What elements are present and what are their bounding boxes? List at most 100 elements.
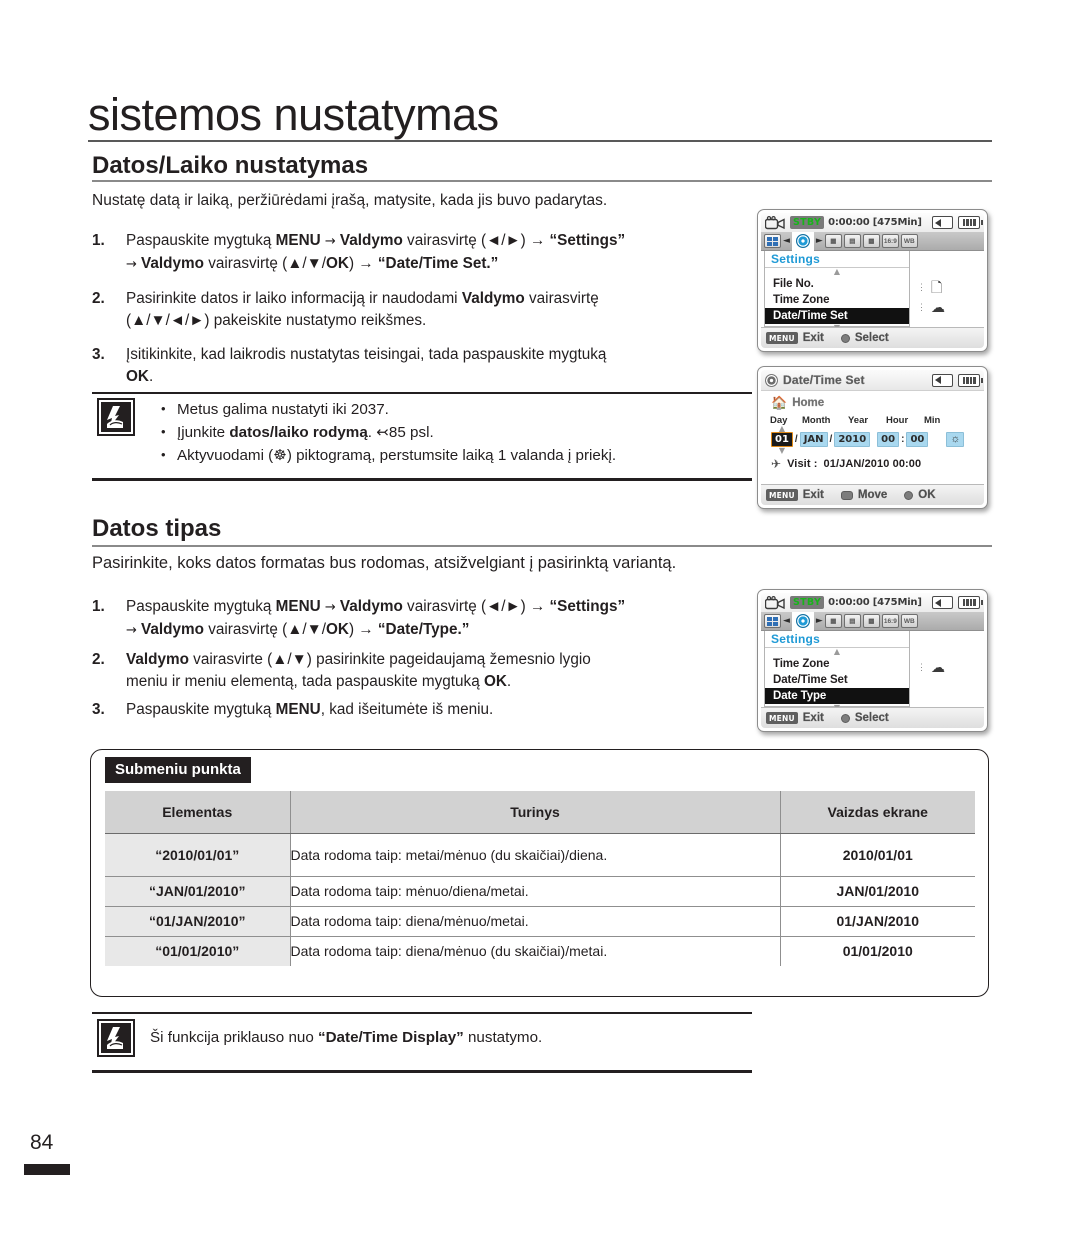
lcd3-select-label[interactable]: Select bbox=[855, 712, 889, 724]
section2-intro: Pasirinkite, koks datos formatas bus rod… bbox=[92, 554, 677, 572]
key-menu-badge[interactable]: MENU bbox=[766, 489, 798, 501]
step-text: . bbox=[506, 673, 512, 690]
field-down-arrow-icon[interactable]: ▼ bbox=[771, 446, 793, 455]
ctrl-label: Valdymo bbox=[141, 621, 204, 638]
lcd1-stby-badge: STBY bbox=[790, 216, 825, 229]
lcd1-tab-bar[interactable]: ◄ ► ▦ ▤ ▩ 16:9 WB bbox=[761, 231, 984, 251]
step-text: vairasvirtę (◄/►) → bbox=[402, 232, 550, 249]
lcd3-menu-title: Settings bbox=[765, 631, 909, 648]
arrow: → bbox=[126, 257, 142, 272]
tab-resolution-icon[interactable]: ▤ bbox=[843, 234, 861, 248]
tab-ratio-icon[interactable]: 16:9 bbox=[881, 234, 899, 248]
lcd3-exit-label[interactable]: Exit bbox=[803, 712, 824, 724]
field-year[interactable]: 2010 bbox=[834, 432, 871, 447]
key-menu-badge[interactable]: MENU bbox=[766, 332, 798, 344]
ok-dot-icon[interactable] bbox=[840, 333, 850, 343]
submenu-tag: Submeniu punkta bbox=[105, 757, 251, 783]
key-menu-badge[interactable]: MENU bbox=[766, 712, 798, 724]
note-hand-icon bbox=[101, 402, 131, 432]
title-divider bbox=[88, 140, 992, 142]
lcd3-menu-item-timezone[interactable]: Time Zone bbox=[765, 656, 909, 672]
lcd1-exit-label[interactable]: Exit bbox=[803, 332, 824, 344]
lcd1-status-bar: STBY 0:00:00 [475Min] bbox=[761, 213, 984, 232]
section1-step-3: 3. Įsitikinkite, kad laikrodis nustatyta… bbox=[92, 344, 752, 388]
cell-content: Data rodoma taip: diena/mėnuo/metai. bbox=[290, 906, 780, 937]
step-text: Paspauskite mygtuką bbox=[126, 701, 276, 718]
lcd3-tab-bar[interactable]: ◄ ► ▦ ▤ ▩ 16:9 WB bbox=[761, 611, 984, 631]
step-text: ) → bbox=[348, 255, 378, 272]
lcd2-visit-row: ✈ Visit : 01/JAN/2010 00:00 bbox=[771, 458, 921, 470]
scroll-up-arrow-icon[interactable]: ▲ bbox=[765, 268, 909, 276]
ok-dot-icon[interactable] bbox=[904, 490, 914, 500]
tab-grid-icon[interactable] bbox=[764, 614, 781, 628]
tab-whitebalance-icon[interactable]: WB bbox=[900, 614, 918, 628]
col-header-turinys: Turinys bbox=[290, 791, 780, 834]
date-type-table: Elementas Turinys Vaizdas ekrane “2010/0… bbox=[105, 791, 975, 966]
page-number: 84 bbox=[30, 1131, 54, 1154]
section2-step-1: 1. Paspauskite mygtuką MENU → Valdymo va… bbox=[92, 596, 752, 642]
lcd1-menu-item-timezone[interactable]: Time Zone bbox=[765, 292, 909, 308]
section1-divider bbox=[92, 180, 992, 182]
cell-display: JAN/01/2010 bbox=[779, 876, 975, 907]
col-year: Year bbox=[848, 415, 869, 426]
cell-display: 2010/01/01 bbox=[779, 833, 975, 877]
daylight-saving-icon[interactable]: ☼ bbox=[946, 432, 965, 447]
lcd2-ok-label[interactable]: OK bbox=[918, 489, 936, 501]
lcd2-date-fields[interactable]: 01 / JAN / 2010 00 : 00 ☼ bbox=[771, 432, 978, 447]
ok-dot-icon[interactable] bbox=[840, 713, 850, 723]
field-month[interactable]: JAN bbox=[799, 432, 828, 447]
gear-icon bbox=[765, 373, 778, 387]
arrow: → bbox=[126, 623, 142, 638]
lcd1-select-label[interactable]: Select bbox=[855, 332, 889, 344]
note-icon bbox=[97, 1019, 135, 1057]
tab-whitebalance-icon[interactable]: WB bbox=[900, 234, 918, 248]
lcd2-exit-label[interactable]: Exit bbox=[803, 489, 824, 501]
col-hour: Hour bbox=[886, 415, 909, 426]
tab-left-arrow-icon[interactable]: ◄ bbox=[783, 616, 790, 626]
section-heading-date-type: Datos tipas bbox=[92, 515, 222, 542]
cell-item: “01/01/2010” bbox=[105, 936, 291, 966]
lcd3-menu-item-datetype[interactable]: Date Type bbox=[765, 688, 909, 704]
step-text: Paspauskite mygtuką bbox=[126, 232, 276, 249]
field-day[interactable]: 01 bbox=[771, 432, 793, 447]
globe-clock-icon: ☁ bbox=[931, 299, 945, 315]
cell-content: Data rodoma taip: diena/mėnuo (du skaiči… bbox=[290, 943, 608, 960]
tab-settings-selected[interactable] bbox=[791, 611, 814, 631]
step-text: vairasvirtę (▲/▼/ bbox=[203, 255, 327, 272]
section1-step-1: 1. Paspauskite mygtuką MENU → Valdymo va… bbox=[92, 230, 752, 276]
lcd3-menu-column: Settings ▲ Time Zone Date/Time Set Date … bbox=[764, 631, 910, 712]
menu-datetimeset: “Date/Time Set.” bbox=[377, 255, 499, 272]
step-text: (▲/▼/◄/►) pakeiskite nustatymo reikšmes. bbox=[126, 312, 427, 329]
tab-right-arrow-icon[interactable]: ► bbox=[816, 236, 823, 246]
page-marker-bar bbox=[24, 1164, 70, 1175]
lcd1-side-column: ⋮ 🗋 ⋮ ☁ bbox=[913, 253, 982, 327]
lcd1-body: Settings ▲ File No. Time Zone Date/Time … bbox=[761, 251, 984, 332]
tab-ratio-icon[interactable]: 16:9 bbox=[881, 614, 899, 628]
tab-movie-icon[interactable]: ▦ bbox=[824, 234, 842, 248]
field-hour[interactable]: 00 bbox=[877, 432, 900, 447]
field-min[interactable]: 00 bbox=[906, 432, 929, 447]
tab-grid-icon[interactable] bbox=[764, 234, 781, 248]
tab-quality-icon[interactable]: ▩ bbox=[862, 614, 880, 628]
tab-quality-icon[interactable]: ▩ bbox=[862, 234, 880, 248]
tab-left-arrow-icon[interactable]: ◄ bbox=[783, 236, 790, 246]
move-pad-icon[interactable] bbox=[840, 490, 853, 500]
sep-colon: : bbox=[901, 434, 905, 445]
lcd1-menu-item-fileno[interactable]: File No. bbox=[765, 276, 909, 292]
tab-right-arrow-icon[interactable]: ► bbox=[816, 616, 823, 626]
scroll-up-arrow-icon[interactable]: ▲ bbox=[765, 648, 909, 656]
gear-icon bbox=[795, 234, 810, 248]
tab-movie-icon[interactable]: ▦ bbox=[824, 614, 842, 628]
lcd2-move-label[interactable]: Move bbox=[858, 489, 888, 501]
step-text: ) → bbox=[348, 621, 378, 638]
step-number: 2. bbox=[92, 651, 105, 668]
arrow: → bbox=[320, 600, 340, 615]
battery-icon bbox=[958, 373, 983, 387]
lcd3-menu-item-datetimeset[interactable]: Date/Time Set bbox=[765, 672, 909, 688]
tab-resolution-icon[interactable]: ▤ bbox=[843, 614, 861, 628]
col-header-elementas: Elementas bbox=[105, 791, 291, 834]
menu-settings: “Settings” bbox=[549, 598, 626, 615]
tab-settings-selected[interactable] bbox=[791, 231, 814, 251]
lcd1-menu-item-datetimeset[interactable]: Date/Time Set bbox=[765, 308, 909, 324]
sep-slash: / bbox=[829, 434, 833, 445]
